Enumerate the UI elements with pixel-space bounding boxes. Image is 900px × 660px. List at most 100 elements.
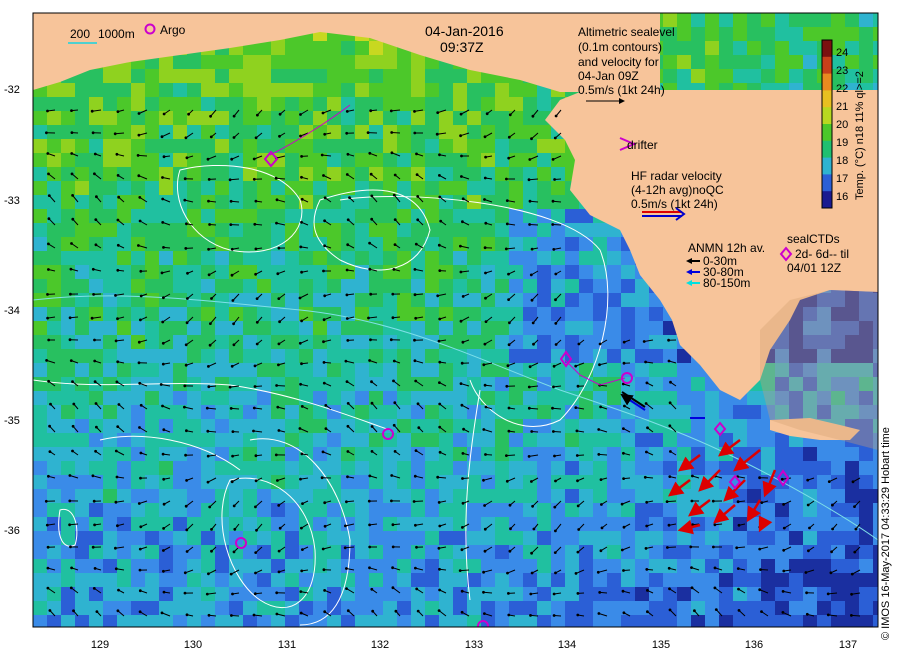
sst-cell bbox=[159, 489, 173, 503]
velocity-arrow-head bbox=[599, 405, 602, 409]
colorbar-segment bbox=[822, 90, 832, 108]
sst-cell bbox=[663, 503, 677, 517]
velocity-arrow-head bbox=[504, 247, 508, 251]
sst-cell bbox=[159, 279, 173, 293]
sst-cell bbox=[341, 601, 355, 615]
sst-cell bbox=[201, 335, 215, 349]
sst-cell bbox=[467, 447, 481, 461]
sst-cell bbox=[299, 461, 313, 475]
sst-cell bbox=[131, 601, 145, 615]
velocity-arrow-head bbox=[68, 523, 71, 527]
sst-cell bbox=[593, 489, 607, 503]
velocity-arrow-head bbox=[460, 154, 463, 158]
velocity-arrow-head bbox=[232, 504, 236, 508]
sst-cell bbox=[229, 307, 243, 321]
sst-cell bbox=[341, 83, 355, 97]
sst-cell bbox=[411, 559, 425, 573]
velocity-arrow-head bbox=[232, 550, 236, 554]
sst-cell bbox=[131, 503, 145, 517]
sst-cell bbox=[103, 349, 117, 363]
sst-cell bbox=[691, 41, 705, 55]
sst-cell bbox=[859, 475, 873, 489]
velocity-arrow-head bbox=[505, 177, 508, 181]
sst-cell bbox=[607, 573, 621, 587]
sst-cell bbox=[313, 503, 327, 517]
velocity-arrow-head bbox=[210, 528, 213, 531]
sst-cell bbox=[481, 461, 495, 475]
cbar-tick: 20 bbox=[836, 119, 848, 131]
velocity-arrow-head bbox=[782, 569, 786, 573]
sst-cell bbox=[831, 573, 845, 587]
sst-cell bbox=[145, 335, 159, 349]
sst-cell bbox=[61, 601, 75, 615]
velocity-arrow-head bbox=[414, 316, 418, 320]
sst-cell bbox=[467, 279, 481, 293]
sst-cell bbox=[607, 601, 621, 615]
velocity-arrow-head bbox=[320, 153, 324, 157]
sst-cell bbox=[495, 545, 509, 559]
sst-cell bbox=[481, 503, 495, 517]
velocity-arrow-head bbox=[758, 588, 762, 592]
sst-cell bbox=[635, 433, 649, 447]
velocity-arrow-head bbox=[45, 523, 49, 527]
sst-cell bbox=[411, 377, 425, 391]
velocity-arrow-head bbox=[323, 196, 327, 200]
sst-cell bbox=[397, 349, 411, 363]
velocity-arrow-head bbox=[300, 155, 303, 158]
sst-cell bbox=[621, 279, 635, 293]
colorbar-segment bbox=[822, 124, 832, 142]
sst-cell bbox=[509, 97, 523, 111]
sst-cell bbox=[257, 69, 271, 83]
sst-cell bbox=[383, 195, 397, 209]
sst-cell bbox=[229, 391, 243, 405]
velocity-arrow-head bbox=[507, 135, 511, 139]
sst-cell bbox=[271, 111, 285, 125]
velocity-arrow-head bbox=[276, 272, 280, 276]
sst-cell bbox=[789, 503, 803, 517]
velocity-arrow-head bbox=[554, 298, 557, 302]
sst-cell bbox=[369, 265, 383, 279]
velocity-arrow-head bbox=[530, 571, 534, 575]
sst-cell bbox=[565, 293, 579, 307]
velocity-arrow-head bbox=[117, 588, 120, 592]
sst-cell bbox=[481, 377, 495, 391]
sst-cell bbox=[593, 279, 607, 293]
sst-cell bbox=[355, 419, 369, 433]
sst-cell bbox=[719, 461, 733, 475]
sst-cell bbox=[425, 69, 439, 83]
velocity-arrow-head bbox=[299, 245, 303, 249]
sst-cell bbox=[313, 531, 327, 545]
sst-cell bbox=[103, 363, 117, 377]
sst-cell bbox=[355, 503, 369, 517]
sst-cell bbox=[173, 419, 187, 433]
sst-cell bbox=[47, 111, 61, 125]
velocity-arrow-head bbox=[207, 199, 210, 203]
sst-cell bbox=[775, 503, 789, 517]
sst-cell bbox=[33, 377, 47, 391]
sst-cell bbox=[579, 265, 593, 279]
sst-cell bbox=[579, 237, 593, 251]
sst-cell bbox=[859, 461, 873, 475]
velocity-arrow-head bbox=[553, 178, 556, 181]
sst-cell bbox=[453, 601, 467, 615]
sst-cell bbox=[383, 517, 397, 531]
sst-cell bbox=[61, 475, 75, 489]
velocity-arrow-head bbox=[70, 152, 74, 155]
sst-cell bbox=[215, 601, 229, 615]
sst-cell bbox=[803, 545, 817, 559]
sst-cell bbox=[103, 447, 117, 461]
sst-cell bbox=[117, 139, 131, 153]
velocity-arrow-head bbox=[461, 501, 465, 505]
sst-cell bbox=[355, 349, 369, 363]
sst-cell bbox=[369, 307, 383, 321]
velocity-arrow-head bbox=[323, 524, 327, 528]
sst-cell bbox=[131, 517, 145, 531]
sst-cell bbox=[467, 405, 481, 419]
sst-cell bbox=[117, 111, 131, 125]
sst-cell bbox=[495, 125, 509, 139]
sst-cell bbox=[579, 223, 593, 237]
velocity-arrow-head bbox=[528, 158, 532, 161]
sst-cell bbox=[439, 559, 453, 573]
sst-cell bbox=[593, 307, 607, 321]
velocity-arrow-head bbox=[229, 199, 233, 203]
